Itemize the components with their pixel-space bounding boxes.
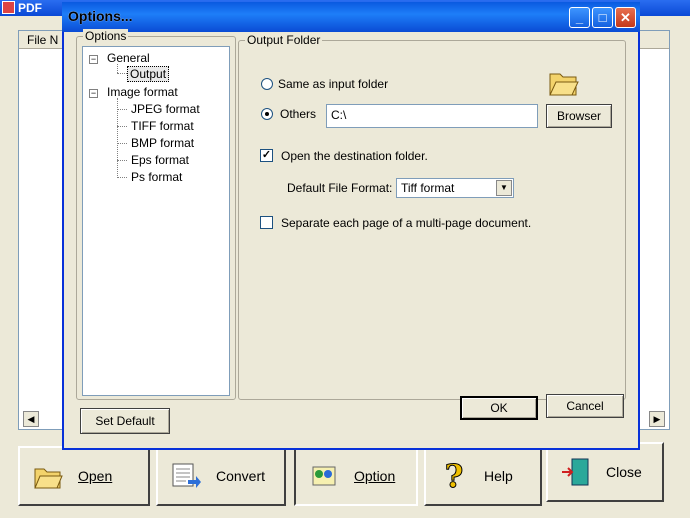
others-path-input[interactable]: C:\	[326, 104, 538, 128]
close-x-icon[interactable]: ✕	[615, 7, 636, 28]
tree-item-output[interactable]: Output	[127, 66, 170, 82]
tree-item-jpeg-format[interactable]: JPEG format	[131, 102, 200, 116]
close-button-label: Close	[606, 464, 642, 480]
tree-item-image-format[interactable]: Image format	[107, 85, 178, 99]
convert-icon	[168, 458, 204, 494]
tree-line	[117, 109, 127, 110]
open-button-label: Open	[78, 468, 113, 484]
image-format-collapse-icon[interactable]: −	[89, 89, 98, 98]
tree-line	[117, 126, 127, 127]
ok-button[interactable]: OK	[460, 396, 538, 420]
scroll-left-arrow-icon[interactable]: ◀	[23, 411, 39, 427]
others-radio[interactable]	[261, 108, 273, 120]
convert-button[interactable]: Convert	[156, 446, 286, 506]
file-name-column-header[interactable]: File N	[27, 33, 58, 47]
exit-door-icon	[558, 454, 594, 490]
help-button-label: Help	[484, 468, 513, 484]
tree-item-general[interactable]: General	[107, 51, 150, 65]
output-folder-group-label: Output Folder	[245, 33, 323, 47]
options-tree-group-label: Options	[83, 29, 129, 43]
tree-line	[117, 64, 118, 73]
open-folder-icon	[30, 458, 66, 494]
main-window-title: PDF	[18, 1, 42, 15]
tree-line	[117, 177, 127, 178]
separate-pages-checkbox[interactable]	[260, 216, 273, 229]
help-question-icon: ?	[444, 457, 464, 496]
tree-line	[117, 73, 127, 74]
default-format-select[interactable]: Tiff format ▼	[396, 178, 514, 198]
tree-item-tiff-format[interactable]: TIFF format	[131, 119, 194, 133]
options-dialog-title-bar[interactable]: Options... _ □ ✕	[62, 2, 640, 32]
others-label: Others	[280, 107, 317, 121]
default-format-label: Default File Format:	[287, 181, 393, 195]
minimize-icon[interactable]: _	[569, 7, 590, 28]
options-tree[interactable]: − General Output − Image format JPEG for…	[82, 46, 230, 396]
cancel-button[interactable]: Cancel	[546, 394, 624, 418]
scroll-right-arrow-icon[interactable]: ▶	[649, 411, 665, 427]
tree-line	[117, 160, 127, 161]
default-format-value: Tiff format	[401, 181, 455, 195]
option-button[interactable]: Option	[294, 446, 418, 506]
same-as-input-radio[interactable]	[261, 78, 273, 90]
help-button[interactable]: ? Help	[424, 446, 542, 506]
convert-button-label: Convert	[216, 468, 266, 484]
chevron-down-icon[interactable]: ▼	[496, 180, 512, 196]
same-as-input-label: Same as input folder	[278, 77, 389, 91]
tree-item-ps-format[interactable]: Ps format	[131, 170, 182, 184]
tree-item-eps-format[interactable]: Eps format	[131, 153, 189, 167]
browser-button[interactable]: Browser	[546, 104, 612, 128]
open-destination-checkbox[interactable]: ✓	[260, 149, 273, 162]
separate-pages-label: Separate each page of a multi-page docum…	[281, 216, 532, 230]
open-button[interactable]: Open	[18, 446, 150, 506]
tree-item-bmp-format[interactable]: BMP format	[131, 136, 194, 150]
tree-line	[117, 143, 127, 144]
option-icon	[306, 458, 342, 494]
option-button-label: Option	[354, 468, 396, 484]
options-dialog-title: Options...	[68, 8, 133, 24]
set-default-button[interactable]: Set Default	[80, 408, 170, 434]
open-destination-label: Open the destination folder.	[281, 149, 428, 163]
tree-line	[117, 98, 118, 178]
maximize-icon[interactable]: □	[592, 7, 613, 28]
close-button[interactable]: Close	[546, 442, 664, 502]
folder-icon	[546, 66, 580, 100]
pdf-app-icon	[2, 1, 15, 14]
general-collapse-icon[interactable]: −	[89, 55, 98, 64]
